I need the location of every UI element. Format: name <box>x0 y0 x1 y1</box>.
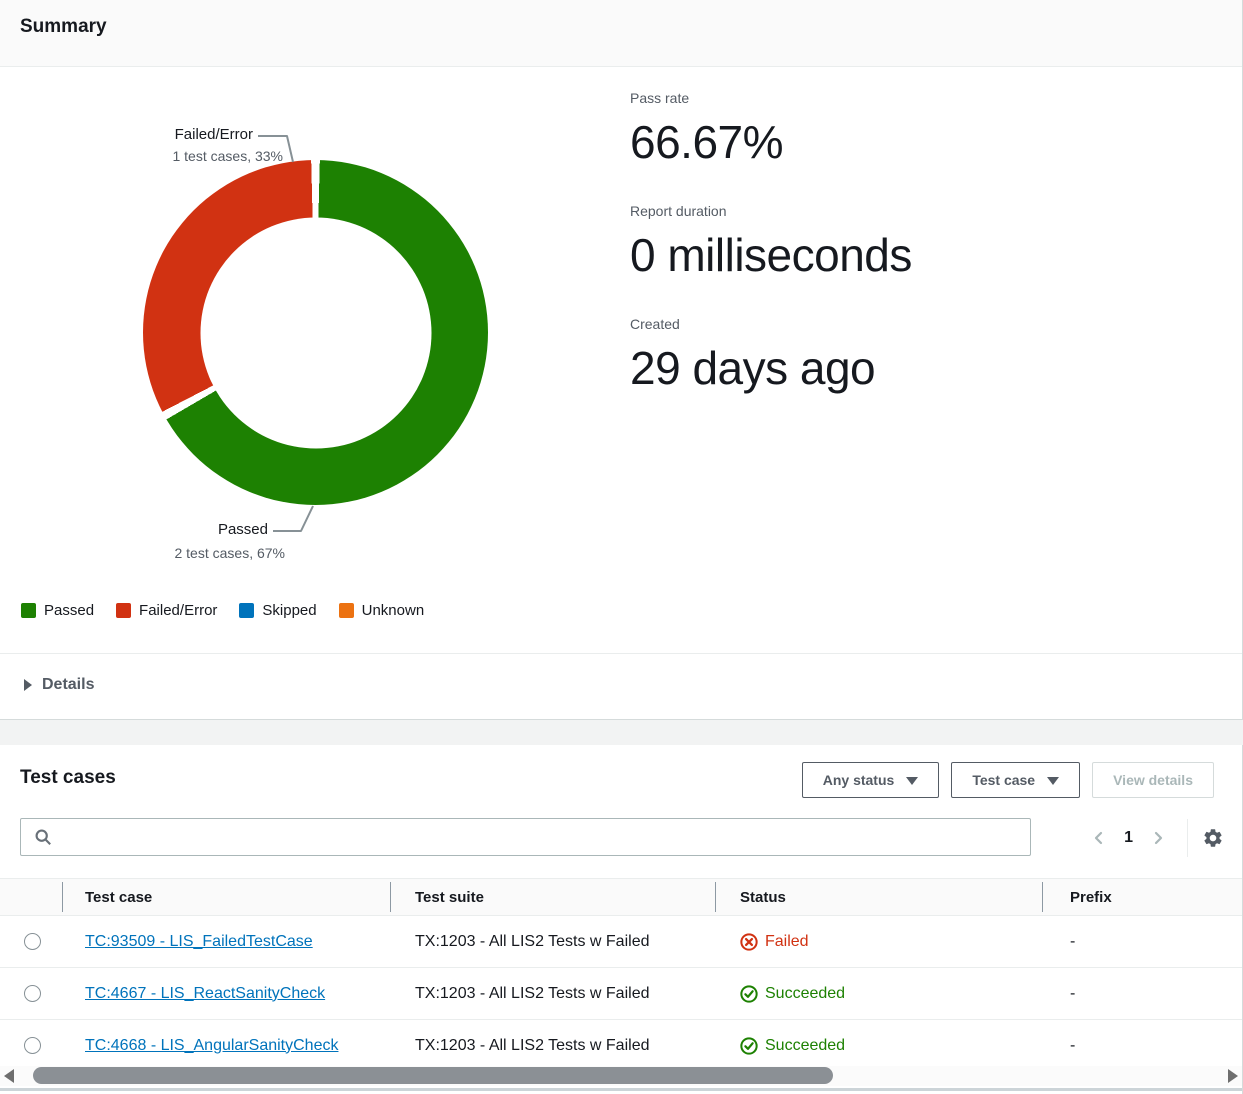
page-number[interactable]: 1 <box>1124 829 1133 847</box>
donut-chart <box>143 160 488 505</box>
type-filter-button[interactable]: Test case <box>951 762 1080 798</box>
legend-item-skipped: Skipped <box>239 602 316 619</box>
gear-icon <box>1202 827 1224 849</box>
test-suite-cell: TX:1203 - All LIS2 Tests w Failed <box>390 1037 715 1055</box>
row-radio-button[interactable] <box>24 1037 41 1054</box>
previous-page-button[interactable] <box>1086 825 1112 851</box>
column-header-prefix: Prefix <box>1042 889 1242 906</box>
test-case-link[interactable]: TC:4668 - LIS_AngularSanityCheck <box>65 1037 390 1055</box>
status-cell: Succeeded <box>715 1037 1042 1055</box>
row-radio-button[interactable] <box>24 985 41 1002</box>
row-radio-button[interactable] <box>24 933 41 950</box>
failed-icon <box>740 933 758 951</box>
chevron-down-icon <box>1047 777 1059 785</box>
chevron-down-icon <box>906 777 918 785</box>
status-filter-label: Any status <box>823 772 895 788</box>
slice-label-passed: Passed <box>0 521 268 538</box>
summary-panel: Summary Failed/Error 1 test cases, 33% P… <box>0 0 1243 720</box>
stat-report-duration: Report duration 0 milliseconds <box>630 203 912 283</box>
summary-header: Summary <box>0 0 1242 67</box>
search-icon <box>35 829 52 846</box>
column-header-test-case: Test case <box>65 889 390 906</box>
settings-button[interactable] <box>1202 827 1224 849</box>
legend-label-unknown: Unknown <box>362 602 425 619</box>
type-filter-label: Test case <box>972 772 1035 788</box>
slice-annotation-passed: 2 test cases, 67% <box>0 545 285 561</box>
legend-swatch-unknown <box>339 603 354 618</box>
report-duration-label: Report duration <box>630 203 912 219</box>
test-suite-cell: TX:1203 - All LIS2 Tests w Failed <box>390 985 715 1003</box>
chevron-right-icon <box>1149 829 1167 847</box>
status-text: Succeeded <box>765 1037 845 1055</box>
next-page-button[interactable] <box>1145 825 1171 851</box>
details-expander[interactable]: Details <box>0 653 1242 719</box>
stat-pass-rate: Pass rate 66.67% <box>630 90 912 170</box>
toolbar-divider <box>1187 819 1188 857</box>
legend-label-passed: Passed <box>44 602 94 619</box>
test-cases-table: Test case Test suite Status Prefix TC:93… <box>0 878 1242 1072</box>
scrollbar-thumb[interactable] <box>33 1067 833 1084</box>
table-row: TC:4668 - LIS_AngularSanityCheck TX:1203… <box>0 1020 1242 1072</box>
summary-stats: Pass rate 66.67% Report duration 0 milli… <box>630 90 912 430</box>
status-text: Failed <box>765 933 809 951</box>
horizontal-scrollbar[interactable] <box>0 1066 1242 1086</box>
search-input[interactable] <box>58 829 1022 845</box>
prefix-cell: - <box>1042 985 1242 1003</box>
expand-arrow-icon <box>24 679 32 691</box>
table-header-row: Test case Test suite Status Prefix <box>0 878 1242 916</box>
chart-legend: Passed Failed/Error Skipped Unknown <box>21 602 424 619</box>
status-filter-button[interactable]: Any status <box>802 762 940 798</box>
legend-label-skipped: Skipped <box>262 602 316 619</box>
scroll-left-arrow-icon[interactable] <box>4 1069 14 1083</box>
prefix-cell: - <box>1042 933 1242 951</box>
stat-created: Created 29 days ago <box>630 316 912 396</box>
slice-label-failed: Failed/Error <box>0 126 253 143</box>
created-value: 29 days ago <box>630 341 912 396</box>
status-cell: Failed <box>715 933 1042 951</box>
legend-swatch-skipped <box>239 603 254 618</box>
view-details-button[interactable]: View details <box>1092 762 1214 798</box>
test-case-link[interactable]: TC:4667 - LIS_ReactSanityCheck <box>65 985 390 1003</box>
legend-swatch-passed <box>21 603 36 618</box>
column-header-test-suite: Test suite <box>390 889 715 906</box>
prefix-cell: - <box>1042 1037 1242 1055</box>
test-cases-title: Test cases <box>20 767 116 789</box>
report-duration-value: 0 milliseconds <box>630 228 912 283</box>
legend-label-failed-error: Failed/Error <box>139 602 217 619</box>
panel-gap <box>0 720 1243 745</box>
created-label: Created <box>630 316 912 332</box>
test-suite-cell: TX:1203 - All LIS2 Tests w Failed <box>390 933 715 951</box>
column-divider <box>62 882 63 912</box>
view-details-label: View details <box>1113 772 1193 788</box>
succeeded-icon <box>740 1037 758 1055</box>
status-text: Succeeded <box>765 985 845 1003</box>
table-row: TC:93509 - LIS_FailedTestCase TX:1203 - … <box>0 916 1242 968</box>
column-divider <box>715 882 716 912</box>
test-cases-panel: Test cases Any status Test case View det… <box>0 745 1243 1094</box>
filter-toolbar: Any status Test case View details <box>802 762 1214 798</box>
column-header-status: Status <box>715 889 1042 906</box>
column-divider <box>390 882 391 912</box>
details-label: Details <box>42 676 94 694</box>
legend-swatch-failed-error <box>116 603 131 618</box>
scroll-right-arrow-icon[interactable] <box>1228 1069 1238 1083</box>
chevron-left-icon <box>1090 829 1108 847</box>
pagination: 1 <box>1086 819 1224 857</box>
donut-hole <box>200 217 431 448</box>
search-box <box>20 818 1031 856</box>
legend-item-passed: Passed <box>21 602 94 619</box>
slice-annotation-failed: 1 test cases, 33% <box>0 148 283 164</box>
succeeded-icon <box>740 985 758 1003</box>
page-title: Summary <box>20 16 1222 38</box>
table-row: TC:4667 - LIS_ReactSanityCheck TX:1203 -… <box>0 968 1242 1020</box>
pass-rate-label: Pass rate <box>630 90 912 106</box>
bottom-border-strip <box>0 1088 1242 1091</box>
column-divider <box>1042 882 1043 912</box>
legend-item-failed-error: Failed/Error <box>116 602 217 619</box>
status-cell: Succeeded <box>715 985 1042 1003</box>
legend-item-unknown: Unknown <box>339 602 425 619</box>
test-case-link[interactable]: TC:93509 - LIS_FailedTestCase <box>65 933 390 951</box>
pass-rate-value: 66.67% <box>630 115 912 170</box>
